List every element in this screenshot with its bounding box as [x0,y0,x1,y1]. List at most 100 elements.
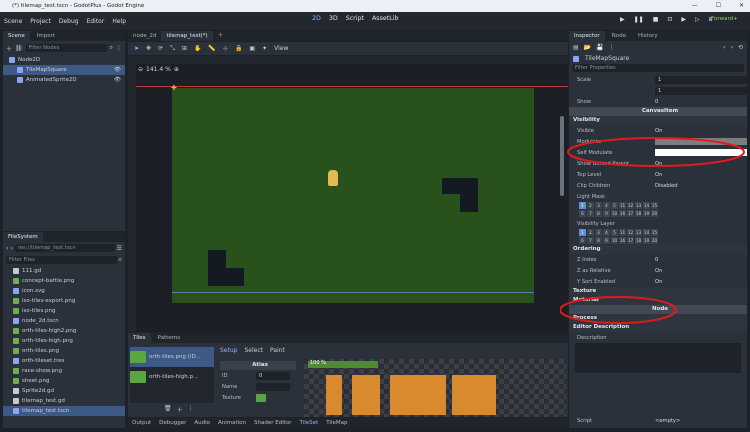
pause-icon[interactable]: ❚❚ [634,16,644,24]
scale-x[interactable]: 1 [655,75,747,84]
atlas-view[interactable]: 100 % [304,359,566,417]
filter-properties-input[interactable]: Filter Properties [572,64,744,72]
rotate-tool-icon[interactable]: ⟳ [158,45,163,52]
select-tool-icon[interactable]: ➤ [134,45,139,52]
file-item[interactable]: icon.svg [3,286,125,296]
save-icon[interactable]: 💾 [596,44,603,51]
remote-icon[interactable]: ⊡ [667,16,672,24]
file-item[interactable]: concept-battle.png [3,276,125,286]
menu-editor[interactable]: Editor [83,18,109,25]
tab-inspector[interactable]: Inspector [569,31,605,41]
select-mode[interactable]: Select [244,347,263,354]
tree-item-node2d[interactable]: Node2D [3,55,125,65]
stop-icon[interactable]: ■ [653,16,659,24]
tab-output[interactable]: Output [128,420,155,426]
menu-scene[interactable]: Scene [0,18,26,25]
tab-history[interactable]: History [633,31,663,41]
texture-thumb-icon[interactable] [256,393,266,402]
filter-files-input[interactable]: Filter Files [6,256,117,264]
source-item[interactable]: orth-tiles-high.p... [130,367,214,387]
menu-project[interactable]: Project [26,18,55,25]
scale-y[interactable]: 1 [655,86,747,95]
file-item[interactable]: iso-tiles-export.png [3,296,125,306]
workspace-script[interactable]: Script [346,15,364,22]
close-icon[interactable]: ✕ [739,2,744,9]
source-item[interactable]: orth-tiles.png (ID... [130,347,214,367]
file-item[interactable]: orth-tiles-high2.png [3,326,125,336]
tab-animation[interactable]: Animation [214,420,250,426]
description-textarea[interactable] [575,343,741,373]
renderer-select[interactable]: Forward+ [711,16,738,22]
script-field[interactable]: <empty> [651,418,747,424]
file-item[interactable]: iso-tiles.png [3,306,125,316]
next-icon[interactable]: › [731,44,733,51]
id-field[interactable]: 0 [256,371,290,380]
add-node-icon[interactable]: ＋ [6,44,12,53]
filter-icon[interactable]: ⋮ [116,45,122,52]
layout-icon[interactable]: ☰ [117,245,122,252]
tab-node[interactable]: Node [607,31,631,41]
file-item[interactable]: sheet.png [3,376,125,386]
history-icon[interactable]: ⟲ [738,44,743,51]
zoom-level[interactable]: 141.4 % [146,66,171,73]
new-resource-icon[interactable]: ▤ [573,44,579,51]
workspace-2d[interactable]: 2D [312,15,321,22]
maximize-icon[interactable]: ☐ [716,2,721,9]
file-item[interactable]: 111.gd [3,266,125,276]
tab-tileset[interactable]: TileSet [296,420,323,426]
tab-debugger[interactable]: Debugger [155,420,190,426]
canvasitem-header[interactable]: CanvasItem [569,107,747,116]
file-item[interactable]: tilemap_test.tscn [3,406,125,416]
scale-tool-icon[interactable]: ⤡ [170,45,175,53]
workspace-assetlib[interactable]: AssetLib [372,15,398,22]
lock-icon[interactable]: 🔒 [235,45,242,52]
minimize-icon[interactable]: — [692,2,698,9]
path-field[interactable]: res://tilemap_test.tscn [14,244,115,252]
paint-mode[interactable]: Paint [270,347,285,354]
visibility-eye-icon[interactable]: 👁 [114,75,121,85]
pan-tool-icon[interactable]: ✋ [194,45,201,52]
link-icon[interactable]: ⛓ [15,45,23,52]
file-item[interactable]: tilemap_test.gd [3,396,125,406]
group-icon[interactable]: ▣ [249,45,255,52]
snap-icon[interactable]: ⊹ [223,45,228,52]
tab-audio[interactable]: Audio [190,420,214,426]
name-field[interactable] [256,382,290,391]
back-icon[interactable]: ‹ [6,245,8,252]
visibility-section[interactable]: Visibility [569,116,747,125]
load-icon[interactable]: 📂 [584,44,591,51]
delete-icon[interactable]: 🗑 [164,405,172,414]
workspace-3d[interactable]: 3D [329,15,338,22]
tab-tilemap[interactable]: TileMap [322,420,351,426]
setup-mode[interactable]: Setup [220,347,237,354]
tree-item-tilemapsquare[interactable]: TileMapSquare 👁 [3,65,125,75]
tab-tilemap-test[interactable]: tilemap_test(*) [161,31,213,41]
move-tool-icon[interactable]: ✥ [146,45,151,52]
add-source-icon[interactable]: ＋ [177,405,183,414]
view-menu[interactable]: View [274,45,288,52]
player-sprite[interactable] [328,170,338,186]
filter-nodes-input[interactable]: Filter Nodes [25,44,107,52]
more-icon[interactable]: ⋮ [609,44,615,51]
tab-shader-editor[interactable]: Shader Editor [250,420,296,426]
object-selector[interactable]: TileMapSquare [569,53,747,64]
prev-icon[interactable]: ‹ [723,44,725,51]
add-tab-icon[interactable]: ＋ [213,31,229,41]
search-icon[interactable]: ⌕ [119,256,122,264]
menu-help[interactable]: Help [108,18,130,25]
search-icon[interactable]: ⌕ [110,44,113,52]
file-item[interactable]: orth-tiles-high.png [3,336,125,346]
file-item[interactable]: orth-tileset.tres [3,356,125,366]
file-item[interactable]: Sprite2d.gd [3,386,125,396]
file-item[interactable]: node_2d.tscn [3,316,125,326]
tab-patterns[interactable]: Patterns [153,333,186,343]
zoom-out-icon[interactable]: ⊖ [138,66,143,73]
tab-node-2d[interactable]: node_2d [128,31,161,41]
tab-scene[interactable]: Scene [3,31,30,41]
forward-icon[interactable]: › [10,245,12,252]
play-icon[interactable]: ▶ [620,16,625,24]
tab-tiles[interactable]: Tiles [128,333,151,343]
file-item[interactable]: race-show.png [3,366,125,376]
play-custom-icon[interactable]: ▷ [695,16,700,24]
sort-icon[interactable]: ⋮ [188,405,194,414]
